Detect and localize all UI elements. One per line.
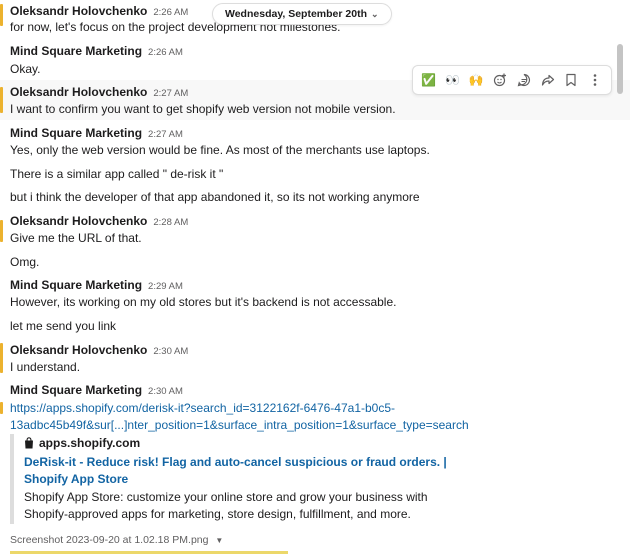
message-header: Mind Square Marketing 2:29 AM bbox=[10, 277, 183, 295]
more-actions-button[interactable] bbox=[585, 70, 605, 90]
message-link[interactable]: https://apps.shopify.com/derisk-it?searc… bbox=[10, 400, 395, 416]
message-time[interactable]: 2:30 AM bbox=[148, 386, 183, 397]
reaction-check-button[interactable]: ✅ bbox=[419, 70, 439, 90]
message-time[interactable]: 2:26 AM bbox=[153, 7, 188, 18]
message-text: let me send you link bbox=[10, 319, 117, 333]
author-name[interactable]: Mind Square Marketing bbox=[10, 278, 142, 292]
bookmark-icon bbox=[566, 73, 576, 87]
message-time[interactable]: 2:27 AM bbox=[153, 88, 188, 99]
check-mark-icon: ✅ bbox=[421, 73, 437, 87]
message-text: However, its working on my old stores bu… bbox=[10, 295, 397, 309]
message-header: Oleksandr Holovchenko 2:28 AM bbox=[10, 213, 188, 231]
message-text: I understand. bbox=[10, 360, 81, 374]
message-text: Give me the URL of that. bbox=[10, 231, 142, 245]
reply-in-thread-button[interactable] bbox=[514, 70, 534, 90]
more-actions-icon bbox=[593, 74, 597, 86]
message-text: but i think the developer of that app ab… bbox=[10, 190, 420, 204]
author-name[interactable]: Mind Square Marketing bbox=[10, 126, 142, 140]
message-text: I want to confirm you want to get shopif… bbox=[10, 102, 396, 116]
shopify-bag-icon bbox=[24, 437, 34, 452]
reaction-eyes-button[interactable]: 👀 bbox=[443, 70, 463, 90]
message-header: Mind Square Marketing 2:30 AM bbox=[10, 382, 183, 400]
eyes-icon: 👀 bbox=[445, 73, 461, 87]
attachment-label[interactable]: Screenshot 2023-09-20 at 1.02.18 PM.png … bbox=[10, 534, 223, 546]
unread-marker bbox=[0, 402, 3, 414]
unread-marker bbox=[0, 87, 3, 113]
message-text: Yes, only the web version would be fine.… bbox=[10, 143, 430, 157]
message-time[interactable]: 2:30 AM bbox=[153, 346, 188, 357]
author-name[interactable]: Mind Square Marketing bbox=[10, 44, 142, 58]
author-name[interactable]: Mind Square Marketing bbox=[10, 383, 142, 397]
raised-hands-icon: 🙌 bbox=[468, 73, 484, 87]
author-name[interactable]: Oleksandr Holovchenko bbox=[10, 4, 147, 18]
forward-button[interactable] bbox=[538, 70, 558, 90]
message-time[interactable]: 2:27 AM bbox=[148, 129, 183, 140]
caret-down-icon: ▼ bbox=[215, 536, 224, 545]
message-actions-toolbar: ✅ 👀 🙌 bbox=[412, 65, 612, 95]
author-name[interactable]: Oleksandr Holovchenko bbox=[10, 214, 147, 228]
message-time[interactable]: 2:28 AM bbox=[153, 217, 188, 228]
author-name[interactable]: Oleksandr Holovchenko bbox=[10, 85, 147, 99]
message-text: There is a similar app called " de-risk … bbox=[10, 167, 224, 181]
message-header: Oleksandr Holovchenko 2:27 AM bbox=[10, 84, 188, 102]
preview-description: Shopify App Store: customize your online… bbox=[24, 490, 428, 521]
preview-site-label: apps.shopify.com bbox=[39, 436, 141, 450]
message-time[interactable]: 2:26 AM bbox=[148, 47, 183, 58]
attachment-filename: Screenshot 2023-09-20 at 1.02.18 PM.png bbox=[10, 534, 209, 546]
link-preview: apps.shopify.com DeRisk-it - Reduce risk… bbox=[10, 434, 474, 524]
author-name[interactable]: Oleksandr Holovchenko bbox=[10, 343, 147, 357]
message-header: Oleksandr Holovchenko 2:30 AM bbox=[10, 342, 188, 360]
bookmark-button[interactable] bbox=[561, 70, 581, 90]
reaction-raised-hands-button[interactable]: 🙌 bbox=[466, 70, 486, 90]
unread-marker bbox=[0, 4, 3, 26]
message-text: Okay. bbox=[10, 62, 41, 76]
scrollbar-thumb[interactable] bbox=[617, 44, 623, 94]
add-reaction-button[interactable] bbox=[490, 70, 510, 90]
add-reaction-icon bbox=[494, 73, 507, 87]
message-time[interactable]: 2:29 AM bbox=[148, 281, 183, 292]
message-link[interactable]: 13adbc45b49f&sur[...]nter_position=1&sur… bbox=[10, 417, 469, 433]
message-text: Omg. bbox=[10, 255, 40, 269]
chevron-down-icon: ⌄ bbox=[371, 9, 379, 19]
unread-marker bbox=[0, 343, 3, 373]
reply-thread-icon bbox=[517, 73, 530, 87]
message-header: Mind Square Marketing 2:27 AM bbox=[10, 125, 183, 143]
preview-title[interactable]: DeRisk-it - Reduce risk! Flag and auto-c… bbox=[24, 454, 454, 488]
unread-marker bbox=[0, 220, 3, 242]
preview-site[interactable]: apps.shopify.com bbox=[24, 436, 140, 452]
date-divider-button[interactable]: Wednesday, September 20th ⌄ bbox=[212, 3, 392, 25]
forward-icon bbox=[541, 74, 554, 86]
message-header: Mind Square Marketing 2:26 AM bbox=[10, 43, 183, 61]
date-divider-label: Wednesday, September 20th bbox=[225, 8, 367, 20]
